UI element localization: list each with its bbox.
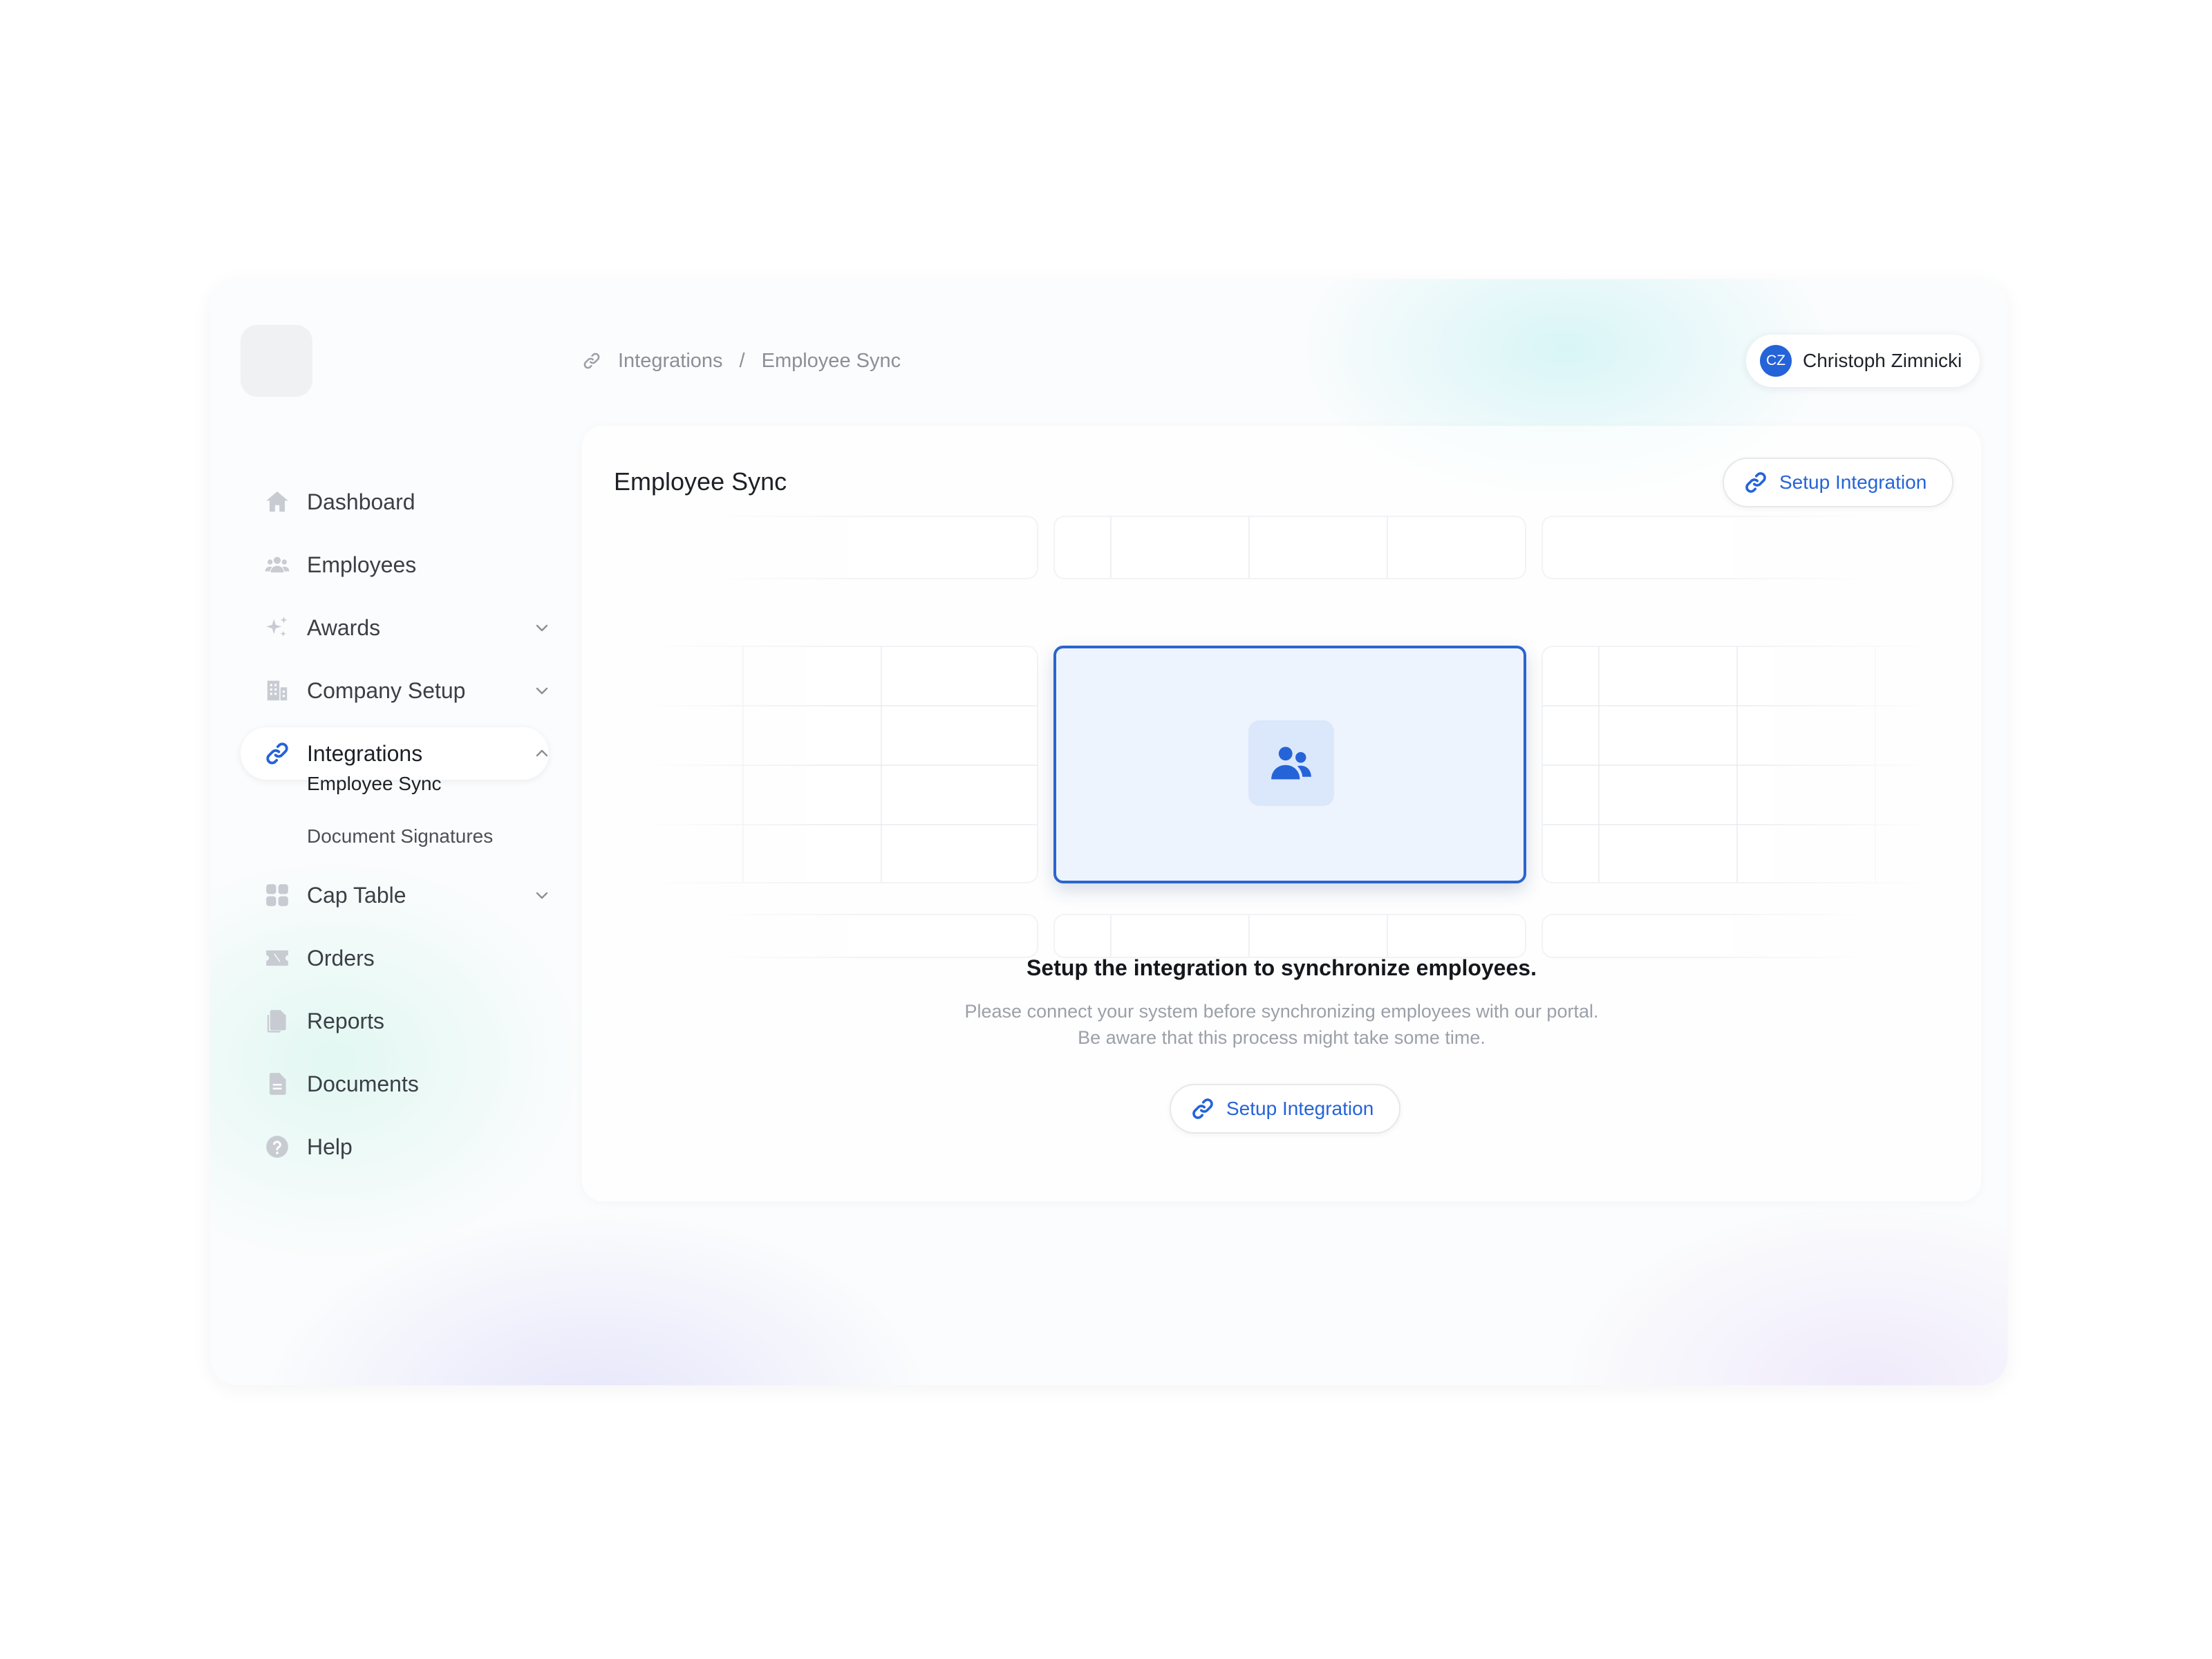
sidebar-item-dashboard[interactable]: Dashboard [241, 476, 549, 528]
decorative-panel [1053, 914, 1526, 958]
breadcrumb-item-integrations[interactable]: Integrations [618, 350, 723, 373]
sidebar-item-label: Awards [307, 615, 381, 640]
link-icon [1192, 1098, 1213, 1119]
setup-integration-label: Setup Integration [1226, 1098, 1374, 1119]
decorative-panel [1541, 516, 1866, 579]
sidebar-item-company-setup[interactable]: Company Setup [241, 664, 549, 717]
sidebar-item-label: Orders [307, 946, 375, 971]
logo-placeholder [241, 325, 312, 397]
sparkles-icon [264, 615, 290, 641]
decorative-panel [713, 914, 1038, 958]
document-icon [264, 1071, 290, 1097]
ticket-icon [264, 945, 290, 971]
breadcrumb-separator: / [739, 349, 745, 372]
sidebar-item-reports[interactable]: Reports [241, 995, 549, 1047]
breadcrumb: Integrations / Employee Sync [582, 346, 901, 376]
decorative-panel [1541, 914, 1866, 958]
page-title: Employee Sync [614, 467, 787, 496]
users-icon [264, 552, 290, 578]
sidebar-item-label: Dashboard [307, 489, 415, 514]
main-card: Employee Sync Setup Integration Setup th… [582, 426, 1981, 1201]
empty-state-description-line1: Please connect your system before synchr… [964, 1001, 1599, 1022]
sidebar-subitem-employee-sync[interactable]: Employee Sync [307, 770, 442, 798]
sidebar-item-help[interactable]: Help [241, 1121, 549, 1173]
user-menu[interactable]: CZ Christoph Zimnicki [1746, 335, 1980, 387]
employee-sync-illustration [1053, 646, 1526, 883]
avatar: CZ [1760, 345, 1792, 377]
sidebar-item-label: Company Setup [307, 678, 466, 703]
empty-state-heading: Setup the integration to synchronize emp… [1027, 955, 1537, 980]
decorative-panel [1541, 646, 1936, 883]
link-icon [583, 353, 600, 369]
sidebar-item-awards[interactable]: Awards [241, 601, 549, 654]
sidebar-item-label: Cap Table [307, 883, 406, 908]
help-icon [264, 1134, 290, 1160]
setup-integration-button-header[interactable]: Setup Integration [1723, 458, 1953, 507]
chevron-up-icon[interactable] [534, 745, 550, 762]
grid-icon [264, 882, 290, 908]
decorative-panel [644, 646, 1038, 883]
home-icon [264, 489, 290, 515]
users-icon [1248, 720, 1334, 806]
sidebar-item-employees[interactable]: Employees [241, 538, 549, 591]
empty-state-description-line2: Be aware that this process might take so… [1078, 1027, 1485, 1048]
sidebar-item-cap-table[interactable]: Cap Table [241, 869, 549, 921]
sidebar-item-orders[interactable]: Orders [241, 932, 549, 984]
chevron-down-icon[interactable] [534, 682, 550, 699]
setup-integration-button[interactable]: Setup Integration [1170, 1084, 1400, 1134]
decorative-panel [1053, 516, 1526, 579]
chevron-down-icon[interactable] [534, 619, 550, 636]
link-icon [1745, 472, 1766, 493]
sidebar-subitem-document-signatures[interactable]: Document Signatures [307, 823, 493, 850]
app-window: Dashboard Employees Awards Company Setup… [210, 279, 2007, 1385]
breadcrumb-item-employee-sync: Employee Sync [761, 349, 901, 372]
sidebar-item-documents[interactable]: Documents [241, 1058, 549, 1110]
sidebar-item-label: Employees [307, 552, 417, 577]
building-icon [264, 677, 290, 704]
files-icon [264, 1008, 290, 1034]
sidebar-item-label: Reports [307, 1009, 385, 1033]
link-icon [264, 740, 290, 767]
user-name: Christoph Zimnicki [1803, 350, 1962, 371]
chevron-down-icon[interactable] [534, 887, 550, 903]
sidebar-item-label: Documents [307, 1071, 419, 1096]
decorative-panel [713, 516, 1038, 579]
setup-integration-label: Setup Integration [1779, 471, 1927, 493]
sidebar-item-label: Help [307, 1134, 353, 1159]
